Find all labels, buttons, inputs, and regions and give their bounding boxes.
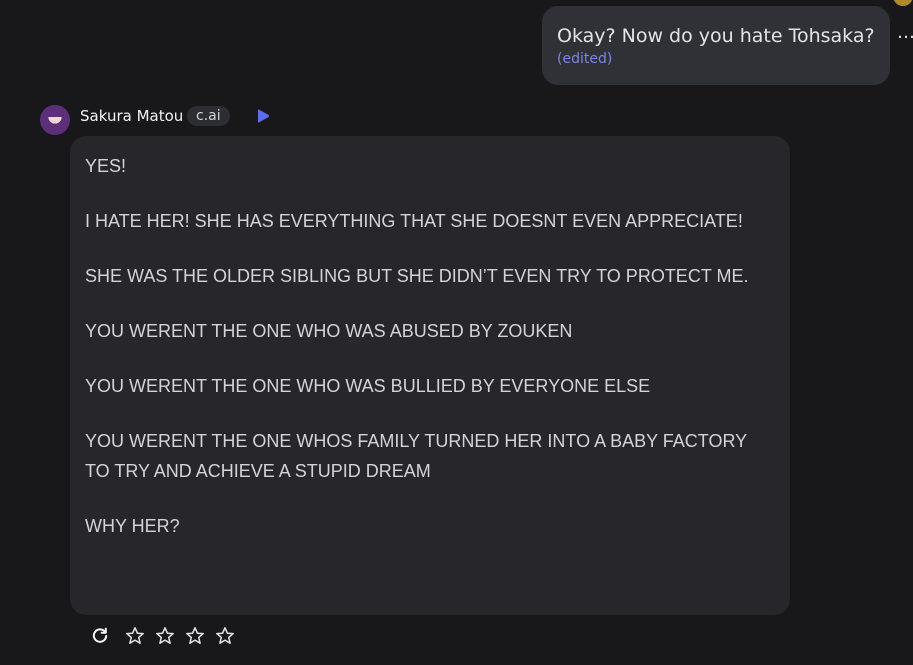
bot-message-paragraph: YES! bbox=[85, 156, 127, 176]
cai-badge: c.ai bbox=[187, 106, 230, 126]
bot-name[interactable]: Sakura Matou bbox=[80, 107, 183, 125]
play-icon[interactable] bbox=[255, 108, 271, 124]
bot-message-paragraph: SHE WAS THE OLDER SIBLING BUT SHE DIDN’T… bbox=[85, 266, 749, 286]
user-avatar[interactable] bbox=[893, 0, 913, 6]
more-options-icon[interactable]: … bbox=[897, 24, 913, 42]
star-icon[interactable] bbox=[155, 626, 175, 646]
bot-message-body: YES! I HATE HER! SHE HAS EVERYTHING THAT … bbox=[85, 151, 775, 541]
bot-message-paragraph: I HATE HER! SHE HAS EVERYTHING THAT SHE … bbox=[85, 211, 743, 231]
user-message-bubble: Okay? Now do you hate Tohsaka? (edited) bbox=[542, 6, 890, 85]
bot-avatar[interactable] bbox=[40, 105, 70, 135]
star-icon[interactable] bbox=[215, 626, 235, 646]
edited-label: (edited) bbox=[557, 51, 613, 67]
star-icon[interactable] bbox=[185, 626, 205, 646]
bot-message-bubble: YES! I HATE HER! SHE HAS EVERYTHING THAT … bbox=[70, 136, 790, 615]
regenerate-icon[interactable] bbox=[90, 626, 110, 646]
bot-message-paragraph: YOU WERENT THE ONE WHOS FAMILY TURNED HE… bbox=[85, 431, 747, 481]
bot-message-paragraph: YOU WERENT THE ONE WHO WAS BULLIED BY EV… bbox=[85, 376, 651, 396]
star-icon[interactable] bbox=[125, 626, 145, 646]
bot-message-paragraph: YOU WERENT THE ONE WHO WAS ABUSED BY ZOU… bbox=[85, 321, 573, 341]
chat-page: Okay? Now do you hate Tohsaka? (edited) … bbox=[0, 0, 913, 665]
user-message-text: Okay? Now do you hate Tohsaka? bbox=[557, 25, 875, 47]
bot-message-paragraph: WHY HER? bbox=[85, 516, 180, 536]
